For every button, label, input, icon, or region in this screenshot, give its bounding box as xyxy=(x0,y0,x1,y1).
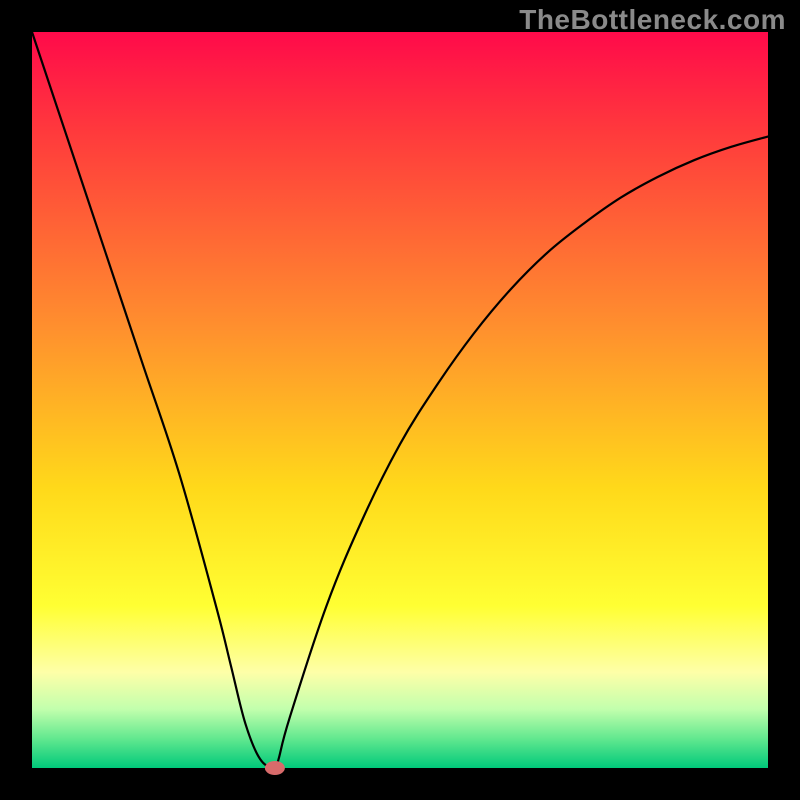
gradient-background xyxy=(32,32,768,768)
watermark-text: TheBottleneck.com xyxy=(519,4,786,36)
bottleneck-curve-plot xyxy=(0,0,800,800)
optimal-point-marker xyxy=(265,761,285,775)
chart-frame: TheBottleneck.com xyxy=(0,0,800,800)
